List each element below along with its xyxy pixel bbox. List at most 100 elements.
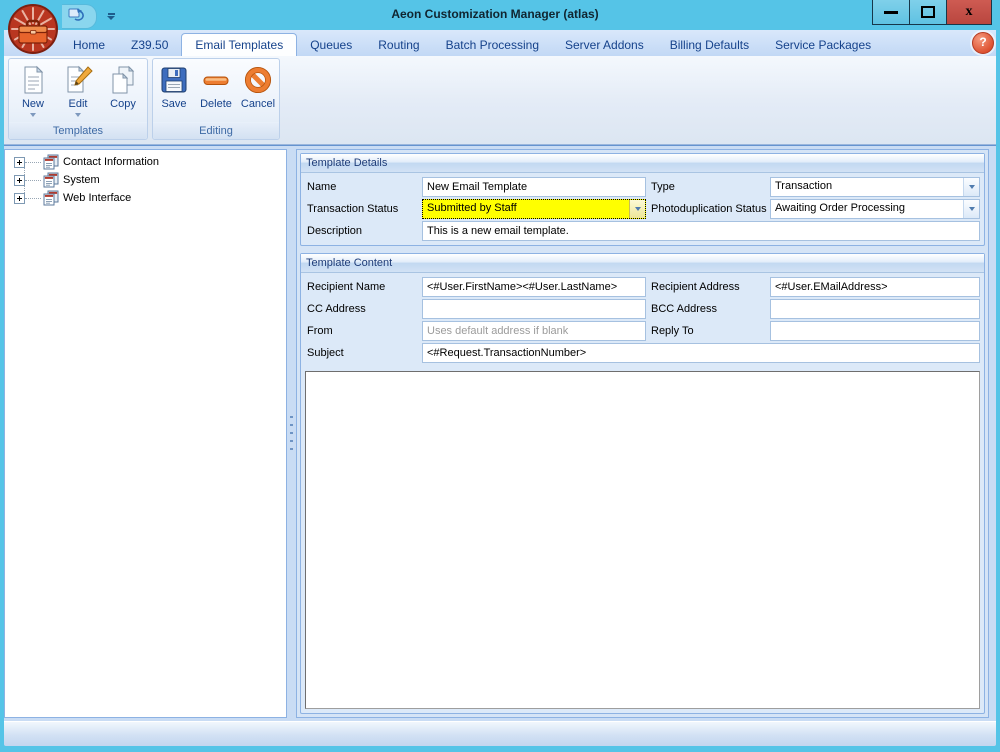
recipient-name-label: Recipient Name (305, 281, 419, 293)
edit-document-icon (62, 64, 94, 96)
ribbon-group-editing: Save Delete (152, 58, 280, 140)
tab-billing-defaults[interactable]: Billing Defaults (657, 34, 762, 56)
from-label: From (305, 325, 419, 337)
tab-batch-processing[interactable]: Batch Processing (433, 34, 552, 56)
template-body-container (305, 371, 980, 709)
template-body-input[interactable] (306, 372, 979, 708)
type-combo-value: Transaction (771, 178, 963, 196)
transaction-status-combo-value: Submitted by Staff (423, 200, 629, 218)
name-input[interactable] (422, 177, 646, 197)
tree-item-contact-information[interactable]: Contact Information (5, 153, 286, 171)
description-label: Description (305, 225, 419, 237)
minimize-icon (884, 11, 898, 14)
email-template-folder-icon (43, 172, 59, 188)
tree-item-label: Web Interface (63, 192, 131, 204)
tab-email-templates[interactable]: Email Templates (181, 33, 297, 56)
new-button-label: New (22, 98, 44, 110)
app-logo-icon[interactable] (7, 3, 59, 55)
cancel-button-label: Cancel (241, 98, 275, 110)
template-editor-panel: Template Details Name Type Transaction T… (296, 149, 989, 718)
transaction-status-combo-arrow-icon[interactable] (629, 200, 645, 218)
save-floppy-icon (158, 64, 190, 96)
photoduplication-status-combo[interactable]: Awaiting Order Processing (770, 199, 980, 219)
type-combo[interactable]: Transaction (770, 177, 980, 197)
ribbon-group-templates: New Ed (8, 58, 148, 140)
subject-label: Subject (305, 347, 419, 359)
type-combo-arrow-icon[interactable] (963, 178, 979, 196)
edit-dropdown-caret-icon (75, 113, 81, 117)
new-button[interactable]: New (12, 62, 54, 122)
delete-minus-icon (200, 64, 232, 96)
cc-address-label: CC Address (305, 303, 419, 315)
tree-item-label: Contact Information (63, 156, 159, 168)
cancel-button[interactable]: Cancel (237, 62, 279, 122)
close-icon: x (966, 5, 973, 19)
ribbon-group-editing-label: Editing (153, 122, 279, 139)
photoduplication-status-combo-arrow-icon[interactable] (963, 200, 979, 218)
recipient-name-input[interactable] (422, 277, 646, 297)
tab-service-packages[interactable]: Service Packages (762, 34, 884, 56)
delete-button-label: Delete (200, 98, 232, 110)
template-tree-panel: Contact Information System (4, 149, 287, 718)
qat-templates-icon (68, 7, 86, 26)
tree-item-system[interactable]: System (5, 171, 286, 189)
email-template-folder-icon (43, 190, 59, 206)
template-content-groupbox: Template Content Recipient Name Recipien… (300, 253, 985, 714)
panel-splitter[interactable] (287, 149, 296, 718)
email-template-folder-icon (43, 154, 59, 170)
close-button[interactable]: x (946, 0, 992, 25)
expand-plus-icon[interactable] (14, 193, 25, 204)
qat-dropdown-chevron-icon[interactable] (107, 13, 115, 20)
tab-routing[interactable]: Routing (365, 34, 432, 56)
new-document-icon (17, 64, 49, 96)
tab-server-addons[interactable]: Server Addons (552, 34, 657, 56)
save-button-label: Save (161, 98, 186, 110)
tab-z3950[interactable]: Z39.50 (118, 34, 181, 56)
ribbon-tab-row: Home Z39.50 Email Templates Queues Routi… (4, 30, 996, 56)
qat-customize-button[interactable] (62, 4, 97, 29)
quick-access-toolbar (62, 4, 115, 28)
bcc-address-input[interactable] (770, 299, 980, 319)
new-dropdown-caret-icon (30, 113, 36, 117)
expand-plus-icon[interactable] (14, 157, 25, 168)
transaction-status-combo[interactable]: Submitted by Staff (422, 199, 646, 219)
ribbon: New Ed (4, 56, 996, 145)
bcc-address-label: BCC Address (649, 303, 767, 315)
type-label: Type (649, 181, 767, 193)
template-details-groupbox: Template Details Name Type Transaction T… (300, 153, 985, 246)
tree-item-web-interface[interactable]: Web Interface (5, 189, 286, 207)
cancel-prohibition-icon (242, 64, 274, 96)
status-bar (4, 721, 996, 746)
from-input[interactable] (422, 321, 646, 341)
maximize-button[interactable] (909, 0, 947, 25)
description-input[interactable] (422, 221, 980, 241)
recipient-address-input[interactable] (770, 277, 980, 297)
recipient-address-label: Recipient Address (649, 281, 767, 293)
copy-documents-icon (107, 64, 139, 96)
window-title: Aeon Customization Manager (atlas) (120, 7, 870, 21)
template-content-header: Template Content (301, 254, 984, 273)
save-button[interactable]: Save (153, 62, 195, 122)
expand-plus-icon[interactable] (14, 175, 25, 186)
help-button[interactable]: ? (972, 32, 994, 54)
delete-button[interactable]: Delete (195, 62, 237, 122)
reply-to-label: Reply To (649, 325, 767, 337)
copy-button[interactable]: Copy (102, 62, 144, 122)
main-area: Contact Information System (4, 145, 996, 722)
photoduplication-status-label: Photoduplication Status (649, 203, 767, 215)
titlebar: Aeon Customization Manager (atlas) x (0, 0, 1000, 30)
copy-button-label: Copy (110, 98, 136, 110)
tab-queues[interactable]: Queues (297, 34, 365, 56)
minimize-button[interactable] (872, 0, 910, 25)
tab-home[interactable]: Home (60, 34, 118, 56)
transaction-status-label: Transaction Status (305, 203, 419, 215)
template-details-header: Template Details (301, 154, 984, 173)
edit-button[interactable]: Edit (57, 62, 99, 122)
name-label: Name (305, 181, 419, 193)
cc-address-input[interactable] (422, 299, 646, 319)
ribbon-group-templates-label: Templates (9, 122, 147, 139)
window-controls: x (873, 0, 992, 25)
photoduplication-status-combo-value: Awaiting Order Processing (771, 200, 963, 218)
reply-to-input[interactable] (770, 321, 980, 341)
subject-input[interactable] (422, 343, 980, 363)
